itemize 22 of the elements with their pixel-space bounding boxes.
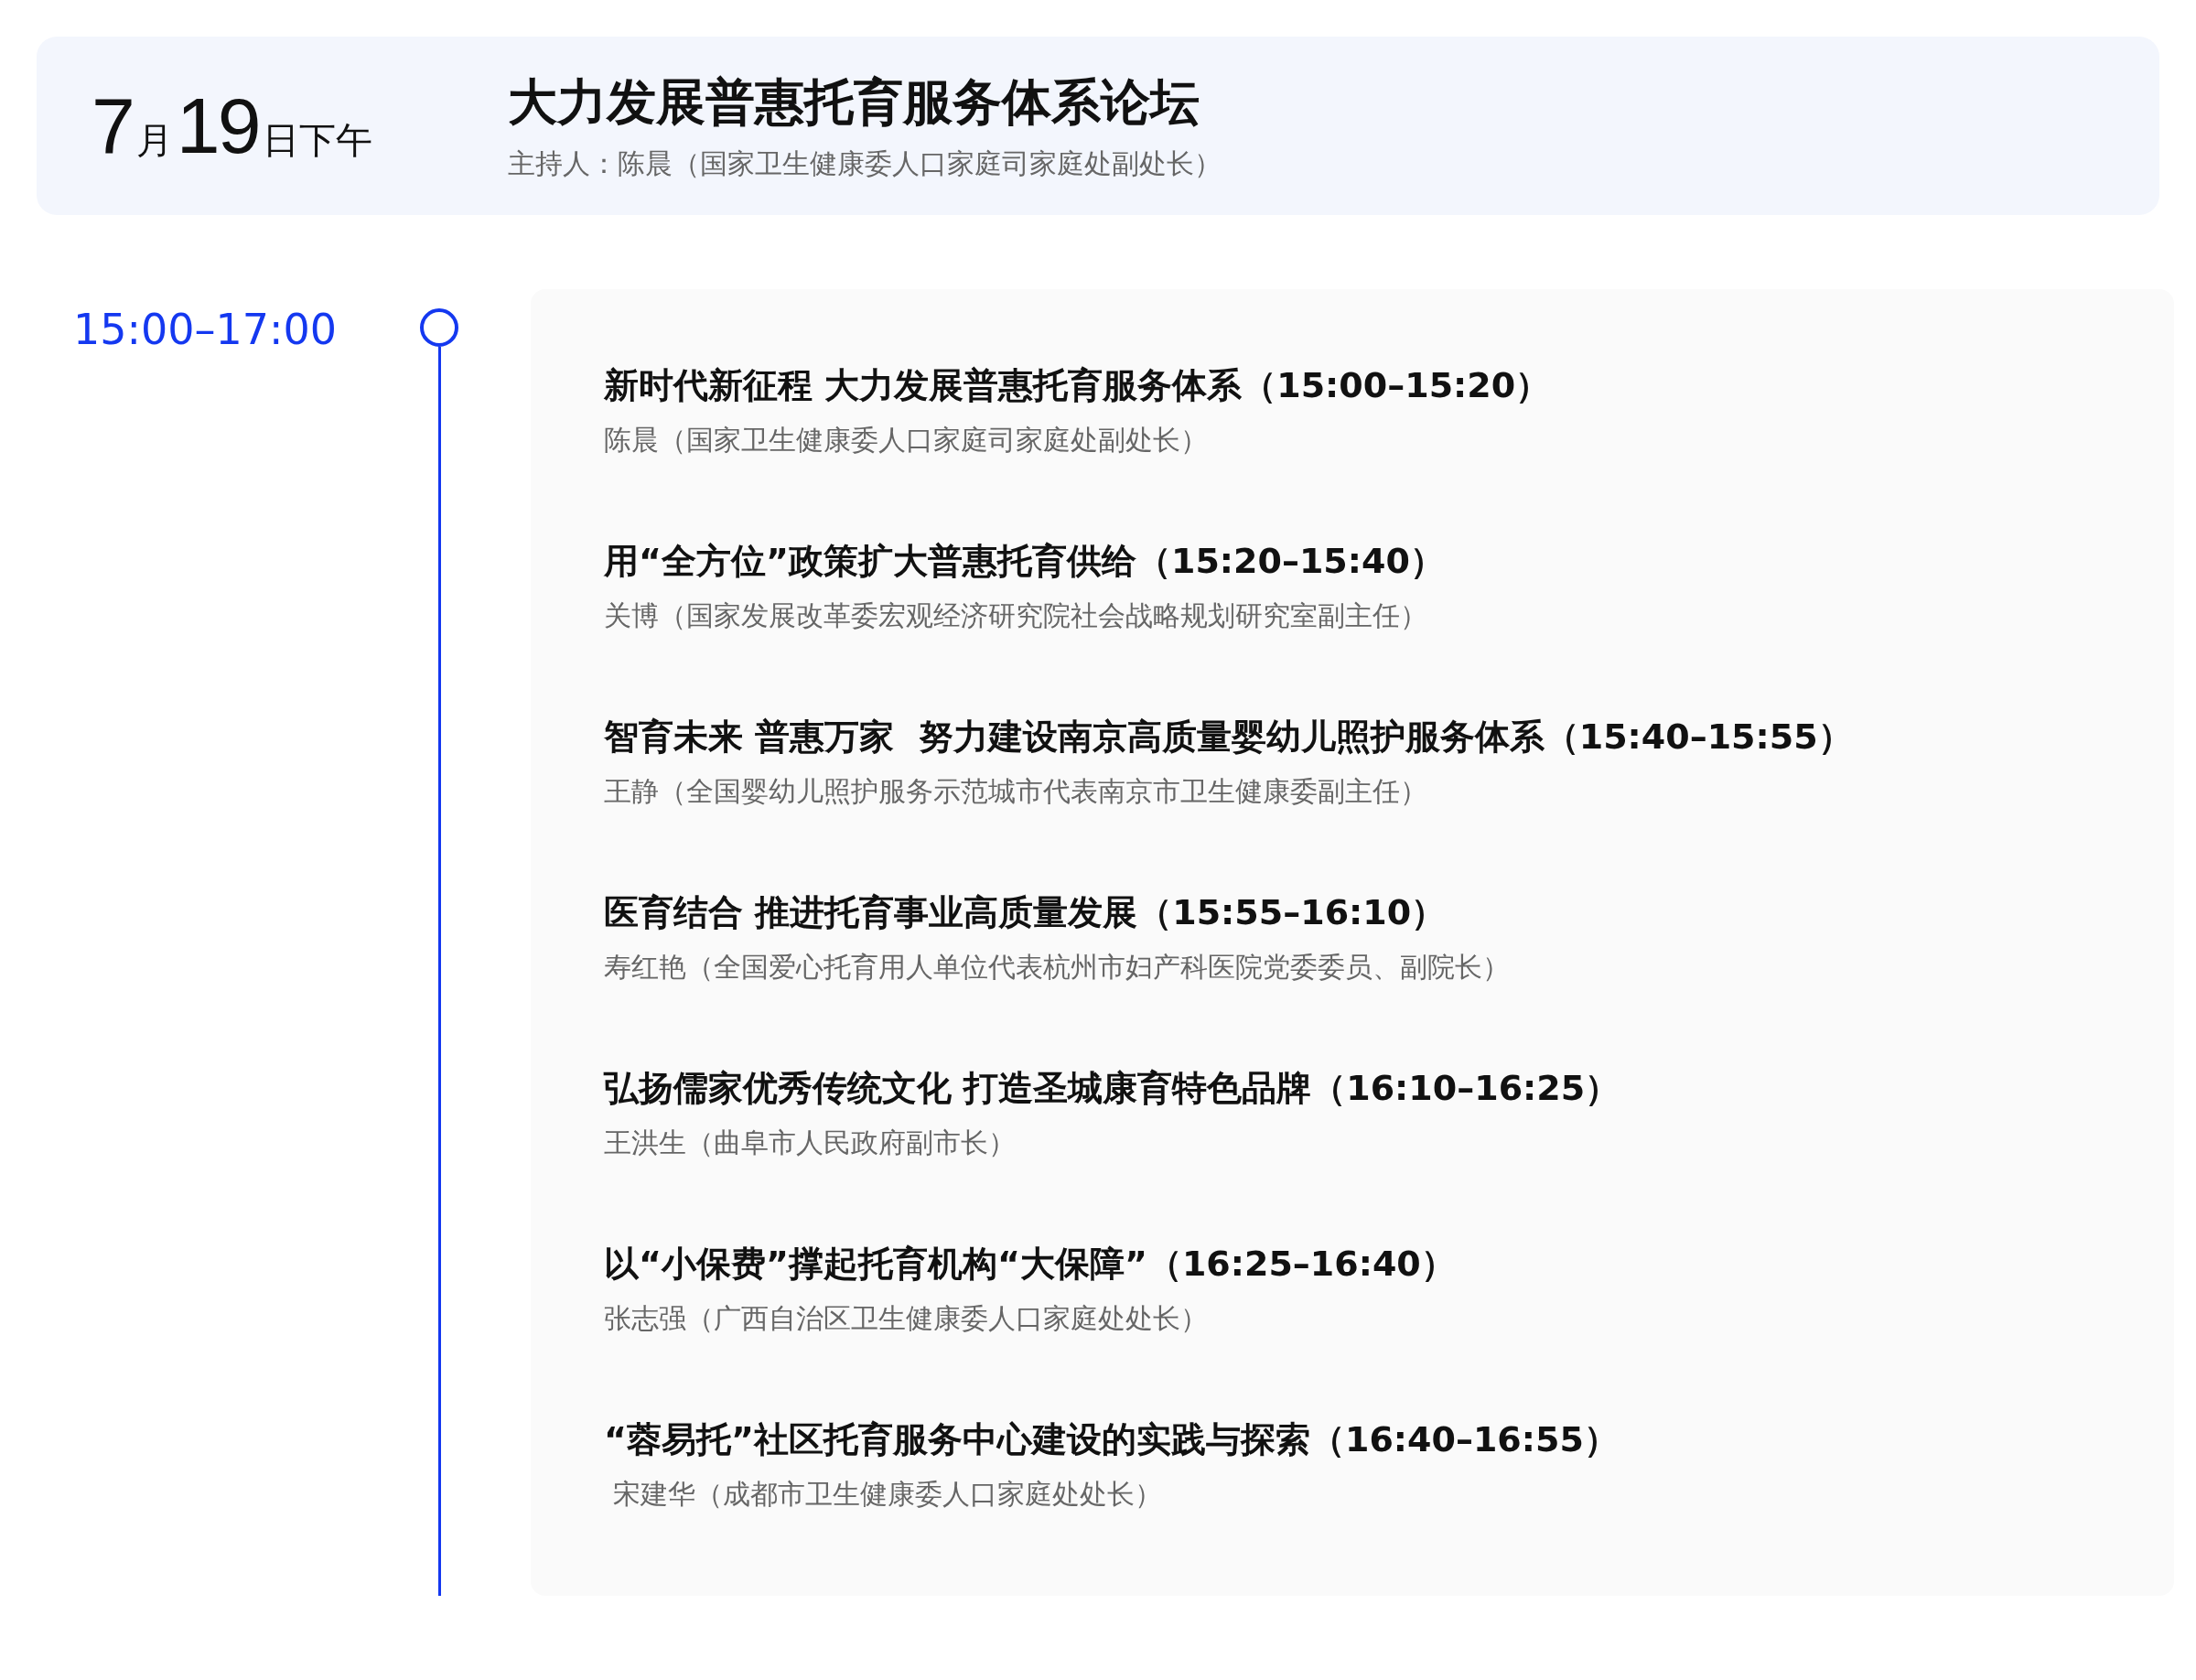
session-time: 15:00–17:00 <box>72 304 339 356</box>
speaker-text: 关博（国家发展改革委宏观经济研究院社会战略规划研究室副主任） <box>604 598 1428 633</box>
timeline-node <box>420 308 458 347</box>
talk-title: 以“小保费”撑起托育机构“大保障”（16:25–16:40） <box>604 1243 1457 1286</box>
talk-title: 新时代新征程 大力发展普惠托育服务体系（15:00–15:20） <box>604 364 1552 407</box>
date-month-unit: 月 <box>135 118 173 163</box>
forum-title: 大力发展普惠托育服务体系论坛 <box>508 71 1200 133</box>
speaker-text: 陈晨（国家卫生健康委人口家庭司家庭处副处长） <box>604 423 1209 458</box>
talk-title: 医育结合 推进托育事业高质量发展（15:55–16:10） <box>604 891 1448 934</box>
talk-title: 智育未来 普惠万家 努力建设南京高质量婴幼儿照护服务体系（15:40–15:55） <box>604 716 1854 759</box>
talk-title: “蓉易托”社区托育服务中心建设的实践与探索（16:40–16:55） <box>604 1418 1620 1461</box>
speaker-text: 宋建华（成都市卫生健康委人口家庭处处长） <box>611 1477 1163 1512</box>
date-day: 19 <box>176 81 259 171</box>
talk-title: 弘扬儒家优秀传统文化 打造圣城康育特色品牌（16:10–16:25） <box>604 1067 1621 1110</box>
speaker-text: 王洪生（曲阜市人民政府副市长） <box>604 1125 1017 1160</box>
date-day-unit: 日下午 <box>262 118 372 163</box>
speaker-text: 王静（全国婴幼儿照护服务示范城市代表南京市卫生健康委副主任） <box>604 774 1428 809</box>
speaker-text: 张志强（广西自治区卫生健康委人口家庭处处长） <box>604 1301 1209 1336</box>
date-month: 7 <box>92 81 133 171</box>
host-text: 主持人：陈晨（国家卫生健康委人口家庭司家庭处副处长） <box>508 145 1222 181</box>
speaker-text: 寿红艳（全国爱心托育用人单位代表杭州市妇产科医院党委委员、副院长） <box>604 950 1511 985</box>
talk-title: 用“全方位”政策扩大普惠托育供给（15:20–15:40） <box>604 540 1446 583</box>
